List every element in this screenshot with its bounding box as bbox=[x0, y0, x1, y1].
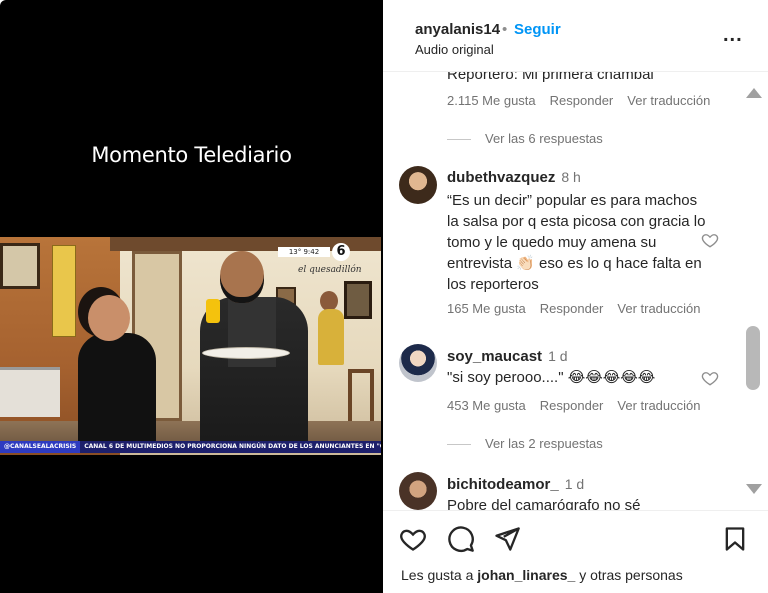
comment-meta: 2.115 Me gusta Responder Ver traducción bbox=[447, 93, 724, 108]
like-count[interactable]: 165 Me gusta bbox=[447, 301, 526, 316]
comment-like-heart-icon[interactable] bbox=[701, 231, 719, 249]
comment-username-label[interactable]: bichitodeamor_ bbox=[447, 476, 559, 493]
comment-username-label[interactable]: dubethvazquez bbox=[447, 169, 555, 186]
channel-logo: 6 bbox=[332, 243, 350, 261]
scroll-thumb[interactable] bbox=[746, 326, 760, 390]
translate-link[interactable]: Ver traducción bbox=[627, 93, 710, 108]
avatar[interactable] bbox=[399, 166, 437, 204]
like-heart-icon[interactable] bbox=[399, 525, 427, 553]
avatar[interactable] bbox=[399, 344, 437, 382]
scene-banner bbox=[52, 245, 76, 337]
comment-meta: 453 Me gusta Responder Ver traducción bbox=[447, 398, 715, 413]
reply-link[interactable]: Responder bbox=[540, 398, 604, 413]
weather-time-overlay: 13° 9:42 bbox=[278, 247, 330, 257]
avatar[interactable] bbox=[399, 472, 437, 510]
scene-chair bbox=[348, 369, 374, 425]
replies-divider bbox=[447, 139, 471, 141]
reply-link[interactable]: Responder bbox=[550, 93, 614, 108]
translate-link[interactable]: Ver traducción bbox=[617, 398, 700, 413]
view-replies-label: Ver las 6 respuestas bbox=[485, 131, 603, 146]
video-player[interactable]: Momento Telediario 13° 9:42 6 el quesadi… bbox=[0, 0, 383, 593]
post-action-bar: Les gusta a johan_linares_ y otras perso… bbox=[383, 510, 768, 593]
scroll-up-arrow-icon[interactable] bbox=[746, 88, 762, 98]
scene-counter bbox=[0, 367, 60, 417]
scene-reporter-head bbox=[220, 251, 264, 303]
scene-picture bbox=[0, 243, 40, 289]
audio-label[interactable]: Audio original bbox=[415, 42, 494, 57]
scroll-down-arrow-icon[interactable] bbox=[746, 484, 762, 494]
post-side-panel: anyalanis14 • Seguir Audio original ... … bbox=[383, 0, 768, 593]
scene-woman-head bbox=[88, 295, 130, 341]
comment-text-cut: Reportero: Mi primera chambal bbox=[447, 72, 654, 83]
like-count[interactable]: 2.115 Me gusta bbox=[447, 93, 536, 108]
likes-suffix: y otras personas bbox=[579, 567, 683, 583]
more-options-icon[interactable]: ... bbox=[723, 24, 743, 47]
video-caption: Momento Telediario bbox=[91, 143, 292, 167]
comment-text: “Es un decir” popular es para machos la … bbox=[447, 192, 706, 293]
replies-divider bbox=[447, 444, 471, 446]
share-send-icon[interactable] bbox=[493, 525, 521, 553]
header-separator: • bbox=[502, 21, 508, 38]
follow-button[interactable]: Seguir bbox=[514, 21, 561, 38]
video-frame[interactable]: 13° 9:42 6 el quesadillón @CANALSEALACRI… bbox=[0, 237, 381, 455]
save-bookmark-icon[interactable] bbox=[721, 525, 749, 553]
ticker-text: CANAL 6 DE MULTIMEDIOS NO PROPORCIONA NI… bbox=[84, 443, 381, 450]
comments-list[interactable]: Reportero: Mi primera chambal 2.115 Me g… bbox=[383, 72, 743, 510]
view-replies-button[interactable]: Ver las 6 respuestas bbox=[447, 131, 603, 146]
like-count[interactable]: 453 Me gusta bbox=[447, 398, 526, 413]
likes-summary[interactable]: Les gusta a johan_linares_ y otras perso… bbox=[401, 567, 683, 583]
restaurant-sign: el quesadillón bbox=[298, 265, 362, 275]
comment-username[interactable]: soy_maucast 1 d bbox=[447, 348, 568, 365]
comment-username[interactable]: bichitodeamor_ 1 d bbox=[447, 476, 584, 493]
scene-picture-right bbox=[344, 281, 372, 319]
comment-time: 1 d bbox=[564, 476, 585, 492]
comment-time: 1 d bbox=[548, 348, 568, 364]
post-author-username[interactable]: anyalanis14 bbox=[415, 21, 500, 38]
comment-username-label[interactable]: soy_maucast bbox=[447, 348, 542, 365]
liker-username[interactable]: johan_linares_ bbox=[477, 567, 575, 583]
comment-text: "si soy perooo...." 😂😂😂😂😂 bbox=[447, 369, 656, 386]
view-replies-button[interactable]: Ver las 2 respuestas bbox=[447, 436, 603, 451]
comment-bubble-icon[interactable] bbox=[447, 525, 475, 553]
comment-like-heart-icon[interactable] bbox=[701, 369, 719, 387]
reply-link[interactable]: Responder bbox=[540, 301, 604, 316]
comment-username[interactable]: dubethvazquez 8 h bbox=[447, 169, 581, 186]
translate-link[interactable]: Ver traducción bbox=[617, 301, 700, 316]
likes-prefix: Les gusta a bbox=[401, 567, 474, 583]
ticker-tag: @CANALSEALACRISIS bbox=[0, 441, 81, 453]
microphone-icon bbox=[206, 299, 220, 323]
view-replies-label: Ver las 2 respuestas bbox=[485, 436, 603, 451]
comment-meta: 165 Me gusta Responder Ver traducción bbox=[447, 301, 715, 316]
comment-time: 8 h bbox=[561, 169, 581, 185]
scene-plate bbox=[202, 347, 290, 359]
news-ticker: @CANALSEALACRISIS CANAL 6 DE MULTIMEDIOS … bbox=[0, 441, 381, 453]
comments-scrollbar[interactable] bbox=[743, 72, 767, 510]
comment-text: Pobre del camarógrafo no sé bbox=[447, 497, 641, 510]
scene-bystander-head bbox=[320, 291, 338, 311]
post-header: anyalanis14 • Seguir Audio original ... bbox=[383, 0, 768, 72]
scene-bystander bbox=[318, 309, 344, 365]
scene-woman bbox=[78, 333, 156, 447]
